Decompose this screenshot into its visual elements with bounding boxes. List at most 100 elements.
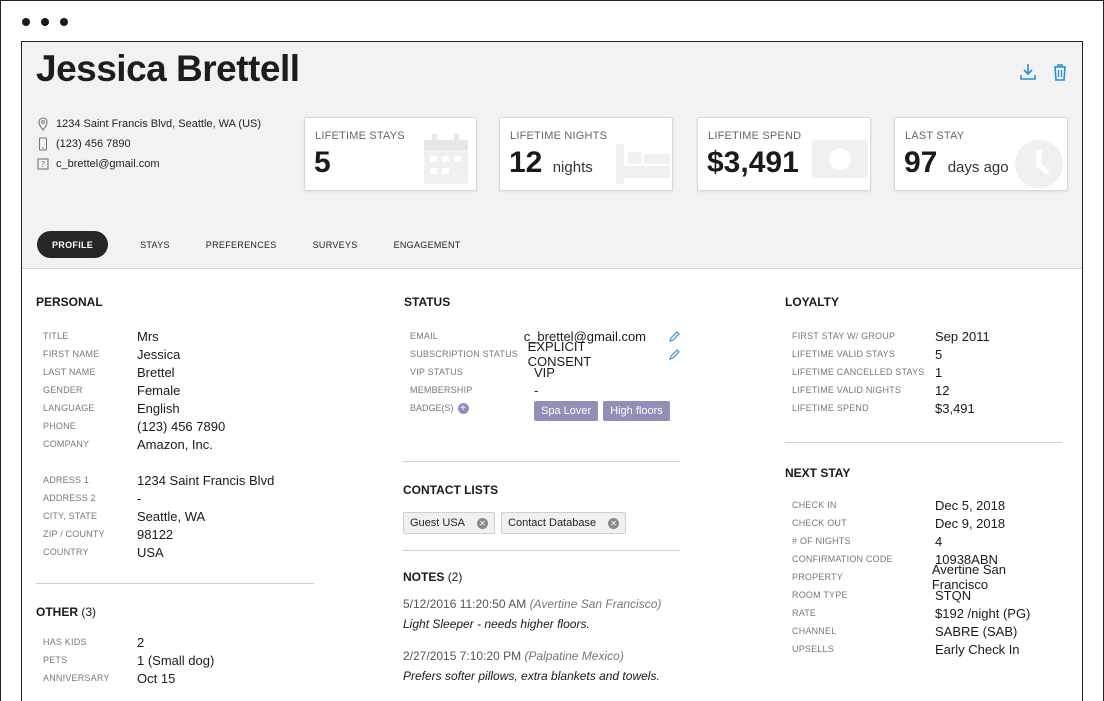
tab-engagement[interactable]: ENGAGEMENT <box>376 231 479 258</box>
section-divider <box>403 550 680 551</box>
field-row: PROPERTY Avertine San Francisco <box>792 562 1007 592</box>
field-row: GENDER Female <box>43 382 181 398</box>
field-row: LAST NAME Brettel <box>43 364 175 380</box>
section-divider <box>403 461 680 462</box>
next-stay-title: NEXT STAY <box>785 466 851 480</box>
notes-title: NOTES (2) <box>403 570 463 584</box>
edit-subscription-icon[interactable] <box>668 348 680 360</box>
next-stay-fields: CHECK IN Dec 5, 2018 CHECK OUT Dec 9, 2018… <box>785 496 1063 658</box>
trash-icon[interactable] <box>1050 62 1070 82</box>
field-row: # OF NIGHTS 4 <box>792 533 943 549</box>
field-row: UPSELLS Early Check In <box>792 641 1020 657</box>
badge[interactable]: Spa Lover <box>534 401 599 421</box>
phone-row: (123) 456 7890 <box>36 134 261 154</box>
personal-fields: TITLE Mrs FIRST NAME Jessica LAST NAME Bret… <box>36 327 314 453</box>
stat-card-last-stay: LAST STAY 97 days ago <box>894 117 1068 191</box>
field-row: LIFETIME CANCELLED STAYS 1 <box>792 364 943 380</box>
note-meta: 2/27/2015 7:10:20 PM (Palpatine Mexico) <box>403 649 624 663</box>
contact-list-chip[interactable]: Contact Database ✕ <box>501 512 627 534</box>
loyalty-fields: FIRST STAY W/ GROUP Sep 2011 LIFETIME VAL… <box>785 327 1063 417</box>
field-row: LIFETIME SPEND $3,491 <box>792 400 975 416</box>
field-row: MEMBERSHIP - <box>410 382 539 398</box>
stat-label: LAST STAY <box>905 130 965 142</box>
stat-card-lifetime-spend: LIFETIME SPEND $3,491 <box>697 117 871 191</box>
contact-lists-title: CONTACT LISTS <box>403 483 499 497</box>
stat-value: 97 days ago <box>904 146 1009 179</box>
download-icon[interactable] <box>1018 62 1038 82</box>
money-icon <box>808 130 868 190</box>
field-row: CITY, STATE Seattle, WA <box>43 508 206 524</box>
field-row: ADDRESS 2- <box>43 490 142 506</box>
field-row: COMPANY Amazon, Inc. <box>43 436 213 452</box>
contact-list-chips: Guest USA ✕ Contact Database ✕ <box>403 512 680 534</box>
section-divider <box>785 442 1062 443</box>
field-row: FIRST STAY W/ GROUP Sep 2011 <box>792 328 990 344</box>
stat-label: LIFETIME NIGHTS <box>510 130 608 142</box>
tab-surveys[interactable]: SURVEYS <box>295 231 376 258</box>
edit-email-icon[interactable] <box>668 330 680 342</box>
field-row: CHANNEL SABRE (SAB) <box>792 623 1018 639</box>
status-fields: EMAIL c_brettel@gmail.com SUBSCRIPTION ST… <box>403 327 680 421</box>
tab-preferences[interactable]: PREFERENCES <box>188 231 295 258</box>
guest-profile-app: Jessica Brettell 1234 Saint Francis Blvd… <box>21 41 1083 701</box>
personal-section-title: PERSONAL <box>36 295 103 309</box>
field-row: CHECK OUT Dec 9, 2018 <box>792 515 1006 531</box>
note-text: Light Sleeper - needs higher floors. <box>403 617 590 631</box>
field-row: COUNTRY USA <box>43 544 164 560</box>
email-icon: ? <box>36 157 50 171</box>
personal-column: PERSONAL TITLE Mrs FIRST NAME Jessica LAST… <box>36 269 314 687</box>
address-row: 1234 Saint Francis Blvd, Seattle, WA (US… <box>36 114 261 134</box>
status-section-title: STATUS <box>404 295 451 309</box>
note-item: 5/12/2016 11:20:50 AM (Avertine San Fran… <box>403 597 680 631</box>
badges-label: BADGE(S) + <box>410 401 534 421</box>
phone-icon <box>36 137 50 151</box>
guest-email: c_brettel@gmail.com <box>56 158 160 170</box>
note-text: Prefers softer pillows, extra blankets a… <box>403 669 660 683</box>
guest-phone: (123) 456 7890 <box>56 138 131 150</box>
loyalty-column: LOYALTY FIRST STAY W/ GROUP Sep 2011 LIFE… <box>785 269 1063 658</box>
field-row: TITLE Mrs <box>43 328 159 344</box>
stat-value: 5 <box>314 146 331 179</box>
svg-text:?: ? <box>41 160 45 169</box>
stat-value: $3,491 <box>707 146 799 179</box>
badges-row: BADGE(S) + Spa Lover High floors <box>410 401 680 421</box>
header-actions <box>1018 62 1070 82</box>
remove-icon[interactable]: ✕ <box>477 517 489 529</box>
stat-card-lifetime-stays: LIFETIME STAYS 5 <box>304 117 477 191</box>
tab-stays[interactable]: STAYS <box>122 231 188 258</box>
tab-profile[interactable]: PROFILE <box>37 231 109 258</box>
guest-name: Jessica Brettell <box>36 48 300 89</box>
profile-tabs: PROFILE STAYS PREFERENCES SURVEYS ENGAGE… <box>37 231 479 258</box>
stat-card-lifetime-nights: LIFETIME NIGHTS 12 nights <box>499 117 673 191</box>
section-divider <box>36 583 314 584</box>
field-row: HAS KIDS 2 <box>43 634 145 650</box>
field-row: ANNIVERSARY Oct 15 <box>43 670 176 686</box>
loyalty-section-title: LOYALTY <box>785 295 840 309</box>
field-row: CHECK IN Dec 5, 2018 <box>792 497 1006 513</box>
other-section-title: OTHER (3) <box>36 605 97 619</box>
stat-label: LIFETIME SPEND <box>708 130 802 142</box>
contact-list-chip[interactable]: Guest USA ✕ <box>403 512 496 534</box>
profile-header: Jessica Brettell 1234 Saint Francis Blvd… <box>22 42 1082 269</box>
clock-icon <box>1005 130 1065 190</box>
status-column: STATUS EMAIL c_brettel@gmail.com SUBSCRIP… <box>403 269 680 683</box>
field-row: SUBSCRIPTION STATUS EXPLICIT CONSENT <box>410 339 680 369</box>
field-row: PHONE (123) 456 7890 <box>43 418 226 434</box>
window-dot[interactable] <box>22 18 30 26</box>
badge[interactable]: High floors <box>603 401 670 421</box>
stat-value: 12 nights <box>509 146 593 179</box>
window-dot[interactable] <box>60 18 68 26</box>
bed-icon <box>610 130 670 190</box>
field-row: RATE $192 /night (PG) <box>792 605 1031 621</box>
guest-contact-summary: 1234 Saint Francis Blvd, Seattle, WA (US… <box>36 114 261 174</box>
window-dot[interactable] <box>41 18 49 26</box>
calendar-icon <box>414 130 474 190</box>
remove-icon[interactable]: ✕ <box>608 517 620 529</box>
note-item: 2/27/2015 7:10:20 PM (Palpatine Mexico) … <box>403 649 680 683</box>
address-fields: ADRESS 1 1234 Saint Francis Blvd ADDRESS … <box>36 471 314 561</box>
stat-label: LIFETIME STAYS <box>315 130 405 142</box>
add-badge-icon[interactable]: + <box>457 403 469 415</box>
other-fields: HAS KIDS 2 PETS 1 (Small dog) ANNIVERSARY O… <box>36 633 314 687</box>
email-row: ? c_brettel@gmail.com <box>36 154 261 174</box>
field-row: PETS 1 (Small dog) <box>43 652 215 668</box>
